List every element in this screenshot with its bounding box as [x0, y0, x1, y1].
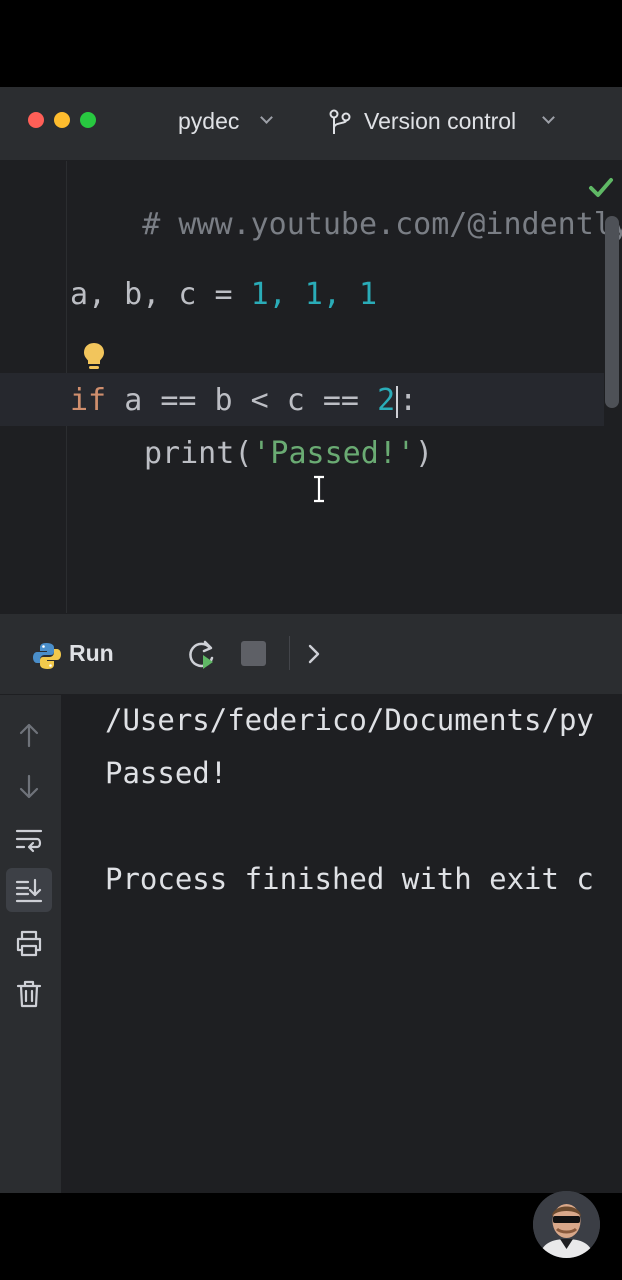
- minimize-window-button[interactable]: [54, 112, 70, 128]
- top-letterbox: [0, 0, 622, 87]
- console-output[interactable]: /Users/federico/Documents/py Passed! Pro…: [61, 695, 622, 1193]
- code-line-5[interactable]: if a == b < c == 2:: [70, 383, 417, 419]
- assign-operator: =: [214, 277, 233, 312]
- console-line-4: Process finished with exit c: [105, 862, 594, 896]
- version-control-selector[interactable]: Version control: [364, 108, 516, 135]
- print-button[interactable]: [6, 921, 52, 965]
- stop-icon[interactable]: [241, 641, 266, 666]
- soft-wrap-button[interactable]: [6, 817, 52, 861]
- arrow-down-icon: [19, 774, 39, 799]
- arrow-up-icon: [19, 723, 39, 748]
- keyword-if: if: [70, 383, 107, 418]
- console-sidebar: [0, 695, 61, 1193]
- lightbulb-icon[interactable]: [82, 341, 106, 373]
- assign-targets: a, b, c: [70, 277, 197, 312]
- code-line-6[interactable]: print('Passed!'): [144, 436, 433, 472]
- function-print: print: [144, 436, 235, 471]
- python-icon: [33, 643, 61, 669]
- comment-text: # www.youtube.com/@indently: [142, 207, 622, 242]
- arrow-down-button[interactable]: [6, 765, 52, 809]
- code-editor[interactable]: # www.youtube.com/@indently a, b, c = 1,…: [0, 161, 622, 613]
- rerun-icon[interactable]: [185, 638, 219, 672]
- assign-values: 1, 1, 1: [250, 277, 378, 312]
- scroll-to-end-button[interactable]: [6, 868, 52, 912]
- string-literal: 'Passed!': [252, 436, 415, 471]
- toolbar-separator: [289, 636, 290, 670]
- colon: :: [399, 383, 418, 418]
- close-window-button[interactable]: [28, 112, 44, 128]
- bottom-letterbox: [0, 1193, 622, 1280]
- editor-scrollbar[interactable]: [605, 216, 619, 408]
- code-line-1[interactable]: # www.youtube.com/@indently: [70, 171, 622, 279]
- operator-eq-2: ==: [322, 383, 359, 418]
- avatar: [533, 1191, 600, 1258]
- print-icon: [16, 930, 42, 957]
- paren-open: (: [234, 436, 253, 471]
- trash-icon: [16, 980, 42, 1008]
- checkmark-icon: [589, 178, 613, 197]
- scroll-to-end-icon: [15, 878, 43, 903]
- project-selector[interactable]: pydec: [178, 108, 239, 135]
- paren-close: ): [414, 436, 433, 471]
- number-literal: 2: [377, 383, 396, 418]
- avatar-portrait-icon: [533, 1191, 600, 1258]
- soft-wrap-icon: [15, 829, 43, 853]
- branch-icon[interactable]: [328, 108, 352, 136]
- arrow-up-button[interactable]: [6, 713, 52, 757]
- ibeam-cursor-icon: [314, 475, 324, 503]
- identifier-b: b: [214, 383, 233, 418]
- text-caret: [396, 385, 399, 418]
- zoom-window-button[interactable]: [80, 112, 96, 128]
- more-icon[interactable]: [306, 644, 322, 664]
- identifier-c: c: [286, 383, 305, 418]
- identifier-a: a: [124, 383, 143, 418]
- operator-eq-1: ==: [160, 383, 197, 418]
- run-tab-title[interactable]: Run: [69, 640, 114, 667]
- code-line-3[interactable]: a, b, c = 1, 1, 1: [70, 277, 377, 313]
- console-line-1: /Users/federico/Documents/py: [105, 703, 594, 737]
- clear-button[interactable]: [6, 972, 52, 1016]
- operator-lt: <: [250, 383, 269, 418]
- console-line-2: Passed!: [105, 756, 228, 790]
